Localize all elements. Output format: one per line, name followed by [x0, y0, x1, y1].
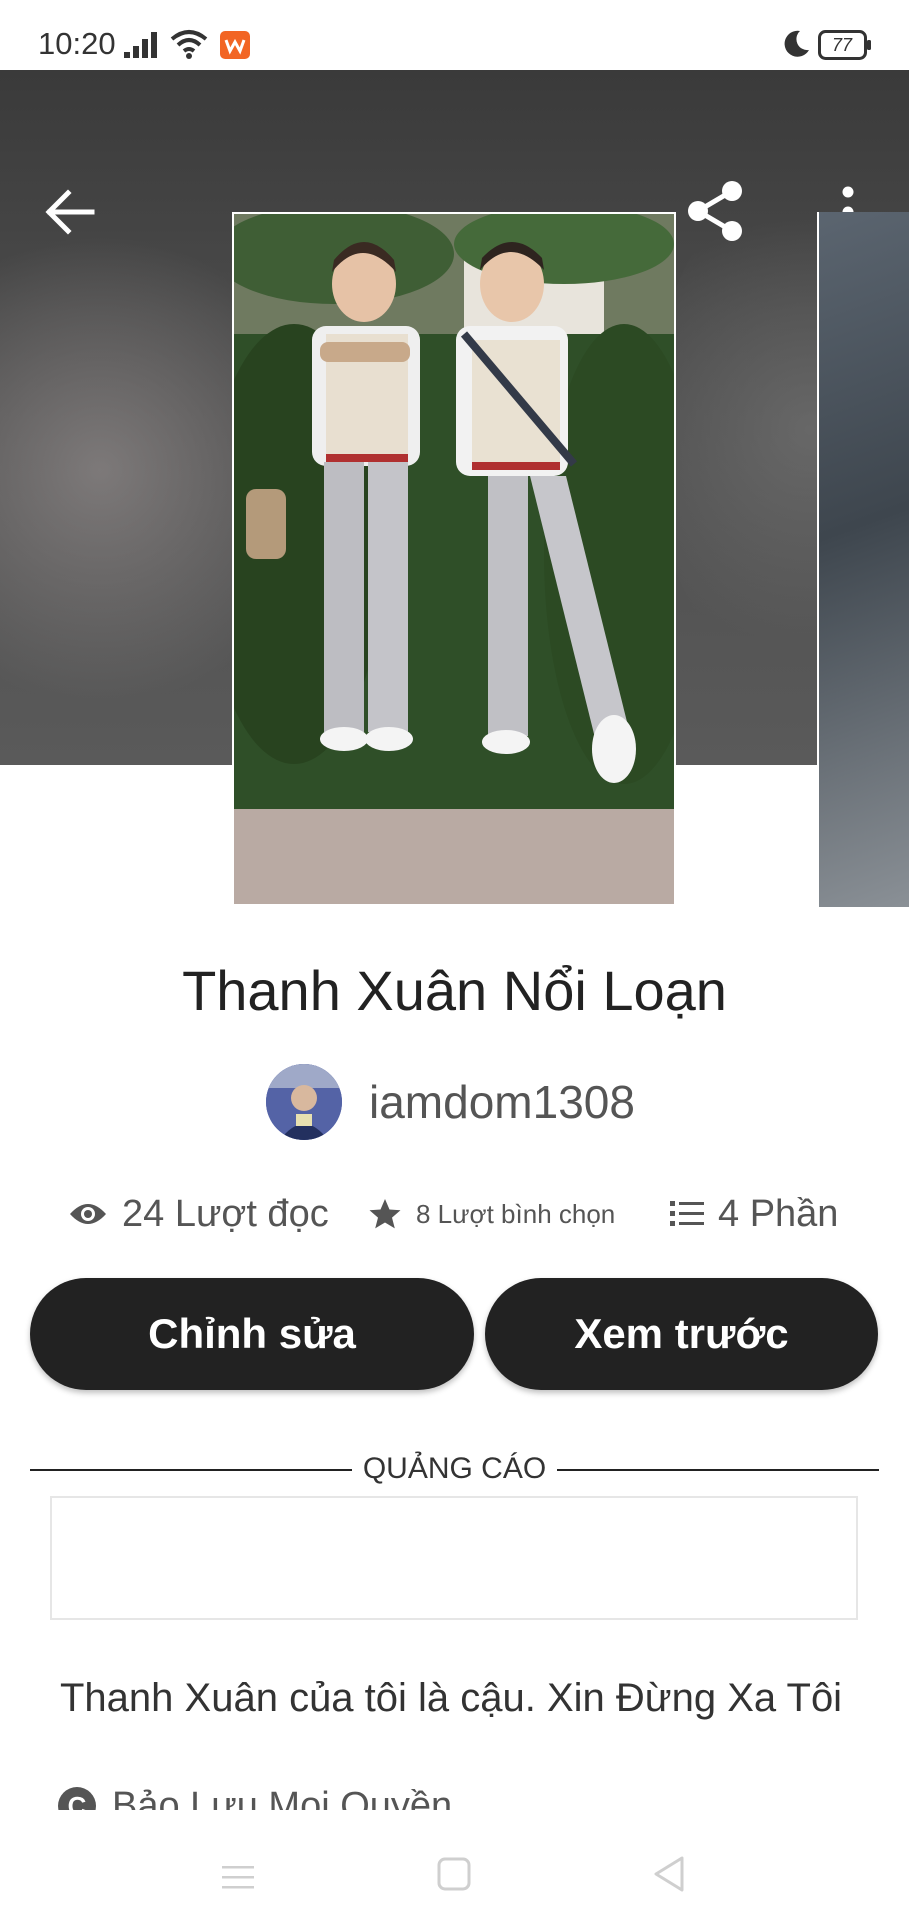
votes-stat: 8 Lượt bình chọn — [368, 1186, 615, 1242]
author-row[interactable]: iamdom1308 — [266, 1064, 635, 1140]
cover-image — [234, 214, 674, 904]
next-story-cover[interactable] — [817, 212, 909, 907]
story-description: Thanh Xuân của tôi là cậu. Xin Đừng Xa T… — [60, 1676, 843, 1720]
ad-label: QUẢNG CÁO — [362, 1452, 547, 1485]
list-icon — [670, 1201, 704, 1226]
back-triangle-icon[interactable] — [650, 1854, 688, 1894]
edit-button[interactable]: Chỉnh sửa — [30, 1278, 474, 1390]
preview-button[interactable]: Xem trước — [485, 1278, 878, 1390]
ad-divider — [557, 1469, 879, 1471]
reads-count: 24 Lượt đọc — [122, 1192, 329, 1235]
menu-icon[interactable] — [218, 1860, 258, 1896]
wifi-icon — [170, 30, 208, 59]
battery-indicator: 77 — [818, 30, 872, 60]
app-badge-icon — [220, 31, 250, 59]
ad-divider — [30, 1469, 352, 1471]
status-bar: 10:20 77 — [0, 0, 909, 70]
story-title: Thanh Xuân Nổi Loạn — [182, 959, 727, 1022]
status-time: 10:20 — [38, 26, 116, 61]
story-cover[interactable] — [232, 212, 676, 906]
moon-icon — [784, 30, 809, 57]
signal-icon — [124, 32, 157, 58]
share-button[interactable] — [682, 178, 748, 244]
avatar[interactable] — [266, 1064, 342, 1140]
eye-icon — [70, 1204, 106, 1224]
ad-slot[interactable] — [50, 1496, 858, 1620]
votes-count: 8 Lượt bình chọn — [416, 1198, 616, 1229]
author-name[interactable]: iamdom1308 — [369, 1075, 635, 1129]
battery-level: 77 — [831, 35, 853, 55]
reads-stat: 24 Lượt đọc — [68, 1186, 329, 1242]
back-button[interactable] — [40, 182, 100, 242]
avatar-image — [266, 1064, 342, 1140]
system-nav-bar — [0, 1810, 909, 1920]
parts-count: 4 Phần — [718, 1192, 839, 1235]
star-icon — [369, 1199, 401, 1229]
parts-stat: 4 Phần — [670, 1186, 838, 1242]
home-square-icon[interactable] — [436, 1856, 472, 1892]
